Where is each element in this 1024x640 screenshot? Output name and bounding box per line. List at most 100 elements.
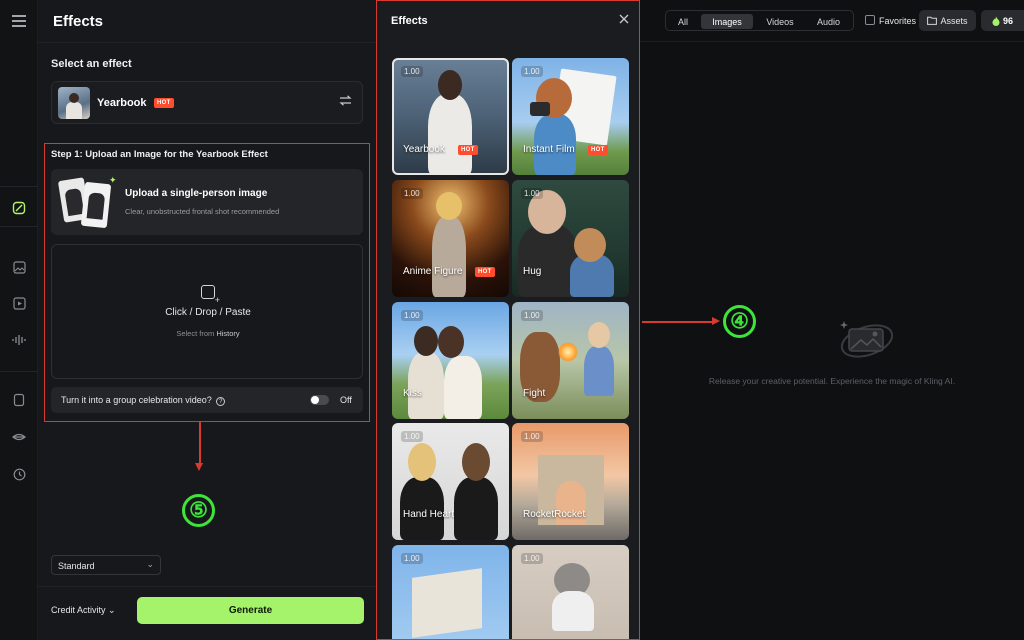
rail-divider xyxy=(0,371,38,372)
subject-figure xyxy=(518,224,578,297)
subject-figure xyxy=(432,216,466,297)
sample-portrait-image xyxy=(80,181,112,229)
effect-thumbnail xyxy=(58,87,90,119)
effects-icon[interactable] xyxy=(9,198,29,218)
subject-head xyxy=(574,228,606,262)
subject-head xyxy=(438,326,464,358)
annotation-arrow-line xyxy=(199,422,201,465)
effect-tile-yearbook[interactable]: 1.00 Yearbook HOT xyxy=(392,58,509,175)
subject-figure xyxy=(584,346,614,396)
divider xyxy=(640,41,1024,42)
favorites-checkbox[interactable] xyxy=(865,15,875,25)
help-icon[interactable]: ? xyxy=(216,397,226,406)
video-icon[interactable] xyxy=(9,293,29,313)
assets-button[interactable]: Assets xyxy=(919,10,976,31)
divider xyxy=(38,42,376,43)
history-link[interactable]: History xyxy=(216,329,239,338)
sparkle-icon: ✦ xyxy=(109,175,117,185)
annotation-marker-4: ④ xyxy=(723,305,756,338)
quality-select[interactable]: Standard ⌄ xyxy=(51,555,161,575)
upload-card-title: Upload a single-person image xyxy=(125,188,268,199)
menu-icon[interactable] xyxy=(9,11,29,31)
chevron-down-icon: ⌄ xyxy=(146,559,154,569)
effect-tile-rocketrocket[interactable]: 1.00 RocketRocket xyxy=(512,423,629,540)
rail-divider xyxy=(0,226,38,227)
tab-videos[interactable]: Videos xyxy=(757,14,803,29)
price-label: 1.00 xyxy=(521,66,543,77)
effect-tile-kiss[interactable]: 1.00 Kiss xyxy=(392,302,509,419)
effect-name: Anime Figure xyxy=(403,266,463,277)
price-label: 1.00 xyxy=(401,310,423,321)
dropzone-subtext: Select from History xyxy=(52,329,364,338)
tab-images[interactable]: Images xyxy=(701,14,753,29)
select-effect-label: Select an effect xyxy=(51,58,132,70)
hot-badge: HOT xyxy=(458,145,478,155)
subject-figure xyxy=(428,94,472,175)
price-label: 1.00 xyxy=(401,553,423,564)
subject-head xyxy=(438,70,462,100)
flame-icon xyxy=(992,16,1000,26)
annotation-arrowhead xyxy=(195,463,203,471)
group-toggle-label: Turn it into a group celebration video? … xyxy=(61,395,226,406)
effect-name: Hand Heart xyxy=(403,509,455,520)
effects-modal: Effects 1.00 Yearbook HOT 1.00 Instant F… xyxy=(376,0,640,640)
subject-head xyxy=(414,326,438,356)
selected-effect-name: Yearbook xyxy=(97,97,147,109)
quality-value: Standard xyxy=(58,561,95,571)
close-icon[interactable] xyxy=(619,12,629,27)
effect-tile-instant-film[interactable]: 1.00 Instant Film HOT xyxy=(512,58,629,175)
effect-tile-anime-figure[interactable]: 1.00 Anime Figure HOT xyxy=(392,180,509,297)
subject-figure xyxy=(444,356,482,419)
add-image-icon xyxy=(201,285,221,305)
hot-badge: HOT xyxy=(588,145,608,155)
effect-selector[interactable]: Yearbook HOT xyxy=(51,81,363,124)
price-label: 1.00 xyxy=(521,553,543,564)
building-shape xyxy=(412,568,482,638)
credit-activity-menu[interactable]: Credit Activity ⌄ xyxy=(51,605,116,616)
frame-icon[interactable] xyxy=(9,390,29,410)
price-label: 1.00 xyxy=(521,310,543,321)
tab-audio[interactable]: Audio xyxy=(807,14,850,29)
annotation-marker-5: ⑤ xyxy=(182,494,215,527)
lips-icon[interactable] xyxy=(9,427,29,447)
effect-tile-hand-heart[interactable]: 1.00 Hand Heart xyxy=(392,423,509,540)
subject-head xyxy=(408,443,436,481)
empty-gallery-icon xyxy=(839,313,894,363)
image-dropzone[interactable]: Click / Drop / Paste Select from History xyxy=(51,244,363,379)
effect-name: Yearbook xyxy=(403,144,445,155)
effect-tile-hug[interactable]: 1.00 Hug xyxy=(512,180,629,297)
subject-head xyxy=(588,322,610,348)
effect-name: RocketRocket xyxy=(523,509,586,520)
effect-tile-fight[interactable]: 1.00 Fight xyxy=(512,302,629,419)
image-icon[interactable] xyxy=(9,257,29,277)
upload-card-subtitle: Clear, unobstructed frontal shot recomme… xyxy=(125,207,280,216)
subject-figure xyxy=(454,477,498,540)
rail-divider xyxy=(0,186,38,187)
kitten-body xyxy=(552,591,594,631)
effect-name: Kiss xyxy=(403,388,422,399)
assets-label: Assets xyxy=(940,15,968,26)
history-icon[interactable] xyxy=(9,464,29,484)
subject-head xyxy=(436,192,462,220)
audio-icon[interactable] xyxy=(9,330,29,350)
swap-icon[interactable] xyxy=(339,94,352,109)
effect-settings-panel: Effects Select an effect Yearbook HOT St… xyxy=(38,0,376,640)
panel-title: Effects xyxy=(53,13,104,30)
effect-tile-kitten[interactable]: 1.00 xyxy=(512,545,629,639)
toggle-state-label: Off xyxy=(340,395,352,405)
effect-tile-building[interactable]: 1.00 xyxy=(392,545,509,639)
effects-modal-title: Effects xyxy=(391,15,428,27)
effect-name: Hug xyxy=(523,266,542,277)
generate-button[interactable]: Generate xyxy=(137,597,364,624)
folder-icon xyxy=(927,16,938,25)
group-celebration-toggle[interactable] xyxy=(310,395,329,405)
hot-badge: HOT xyxy=(475,267,495,277)
favorites-label[interactable]: Favorites xyxy=(879,16,916,26)
tab-all[interactable]: All xyxy=(669,14,697,29)
left-rail xyxy=(0,0,38,640)
divider xyxy=(38,586,376,587)
hot-badge: HOT xyxy=(154,98,174,108)
price-label: 1.00 xyxy=(401,66,423,77)
credits-balance[interactable]: 96 xyxy=(981,10,1024,31)
impact-glow xyxy=(558,342,578,362)
